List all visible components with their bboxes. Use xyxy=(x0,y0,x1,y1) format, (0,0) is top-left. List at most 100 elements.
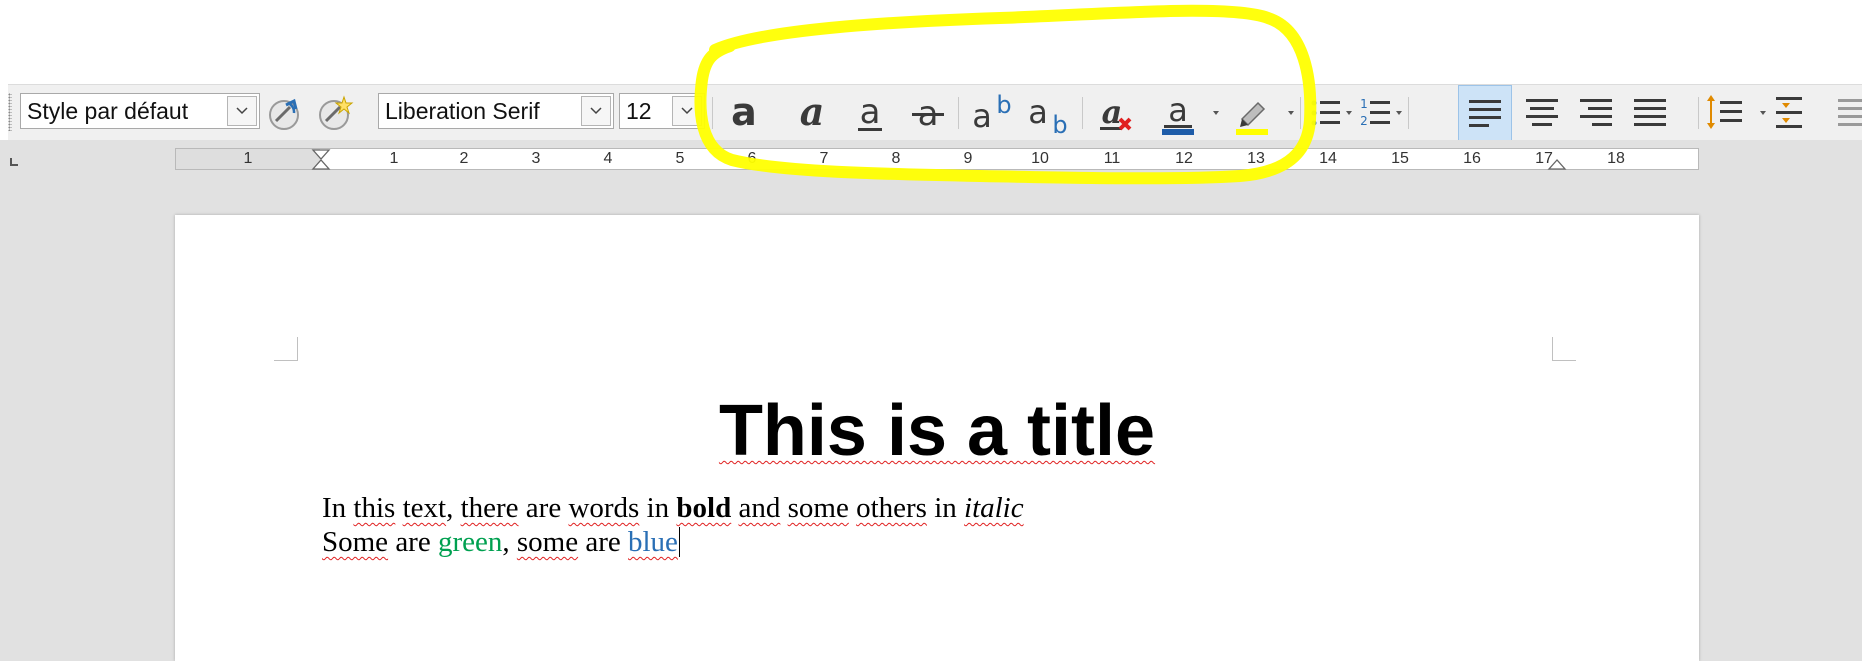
line-spacing-dropdown-icon[interactable] xyxy=(1760,111,1766,115)
clear-formatting-button[interactable]: a xyxy=(1094,91,1138,135)
paragraph-line-1[interactable]: In this text, there are words in bold an… xyxy=(322,491,1024,525)
punctuation[interactable]: , xyxy=(502,526,509,558)
paragraph-spacing-button[interactable] xyxy=(1770,91,1814,135)
right-indent-marker-icon[interactable] xyxy=(1547,149,1567,171)
numbered-list-icon: 1 2 xyxy=(1360,97,1390,128)
subscript-button[interactable]: a b xyxy=(1022,91,1067,135)
ruler-number: 6 xyxy=(747,150,757,167)
svg-text:a: a xyxy=(1168,91,1188,129)
punctuation[interactable]: , xyxy=(446,492,453,524)
word[interactable]: are xyxy=(395,526,430,558)
highlighting-dropdown-icon[interactable] xyxy=(1288,111,1294,115)
toolbar-separator xyxy=(1698,97,1699,129)
superscript-button[interactable]: a b xyxy=(966,91,1011,135)
word[interactable]: in xyxy=(647,492,670,524)
numbering-dropdown-icon[interactable] xyxy=(1396,111,1402,115)
word[interactable]: In xyxy=(322,492,346,524)
word[interactable]: text xyxy=(403,492,447,524)
svg-text:2: 2 xyxy=(1360,114,1368,128)
toolbar-separator xyxy=(958,97,959,129)
margin-corner-mark xyxy=(274,337,298,361)
green-word[interactable]: green xyxy=(438,526,502,558)
align-center-icon xyxy=(1526,99,1558,126)
word[interactable]: words xyxy=(568,492,639,524)
word[interactable]: are xyxy=(526,492,561,524)
italic-word[interactable]: italic xyxy=(964,492,1024,524)
toolbar-grip[interactable] xyxy=(8,93,12,131)
more-toolbar-button[interactable] xyxy=(1828,91,1862,135)
word[interactable]: are xyxy=(585,526,620,558)
svg-text:b: b xyxy=(996,91,1011,119)
bulleted-list-icon xyxy=(1311,100,1340,126)
svg-text:a: a xyxy=(860,92,881,132)
formatting-toolbar: Style par défaut Liberation Serif 12 a a… xyxy=(8,84,1862,141)
line-spacing-icon xyxy=(1707,95,1742,129)
font-color-dropdown-icon[interactable] xyxy=(1213,111,1219,115)
paragraph-line-2[interactable]: Some are green, some are blue xyxy=(322,525,680,559)
paragraph-style-box[interactable]: Style par défaut xyxy=(20,93,260,129)
word[interactable]: in xyxy=(934,492,957,524)
word[interactable]: and xyxy=(738,492,780,524)
paragraph-style-value[interactable]: Style par défaut xyxy=(27,94,188,128)
strikethrough-button[interactable]: a xyxy=(906,91,950,135)
word[interactable]: some xyxy=(517,526,578,558)
text-cursor xyxy=(678,527,680,557)
font-name-dropdown-button[interactable] xyxy=(581,96,611,126)
chevron-down-icon xyxy=(681,107,693,115)
ruler-number: 4 xyxy=(603,150,613,167)
ruler-number: 8 xyxy=(891,150,901,167)
align-center-button[interactable] xyxy=(1520,91,1564,135)
ruler-number: 2 xyxy=(459,150,469,167)
svg-text:a: a xyxy=(972,97,992,135)
svg-text:b: b xyxy=(1052,111,1067,135)
clear-formatting-icon: a xyxy=(1100,93,1132,131)
blue-word[interactable]: blue xyxy=(628,526,678,558)
word[interactable]: others xyxy=(856,492,927,524)
new-style-button[interactable] xyxy=(314,91,358,135)
align-left-button[interactable] xyxy=(1458,85,1512,141)
italic-button[interactable]: a xyxy=(790,91,834,135)
update-style-icon xyxy=(269,98,299,130)
font-color-icon: a xyxy=(1162,91,1194,135)
ruler-number: 14 xyxy=(1319,150,1337,167)
font-size-dropdown-button[interactable] xyxy=(672,96,702,126)
window-top-area xyxy=(0,0,1862,84)
line-spacing-button[interactable] xyxy=(1704,91,1748,135)
bold-word[interactable]: bold xyxy=(676,492,731,524)
align-left-icon xyxy=(1469,100,1501,127)
bold-icon: a xyxy=(731,91,757,134)
strikethrough-icon: a xyxy=(912,94,944,134)
word[interactable]: Some xyxy=(322,526,388,558)
highlighting-button[interactable] xyxy=(1230,91,1274,135)
italic-icon: a xyxy=(800,91,825,134)
paragraph-style-dropdown-button[interactable] xyxy=(227,96,257,126)
svg-text:a: a xyxy=(731,91,757,134)
svg-text:a: a xyxy=(800,91,825,134)
font-size-box[interactable]: 12 xyxy=(619,93,705,129)
bullets-dropdown-icon[interactable] xyxy=(1346,111,1352,115)
title-text[interactable]: This is a title xyxy=(719,391,1155,471)
ruler-number: 9 xyxy=(963,150,973,167)
font-color-button[interactable]: a xyxy=(1156,91,1200,135)
indent-marker-icon[interactable] xyxy=(311,149,331,171)
paragraph-spacing-icon xyxy=(1776,97,1802,128)
underline-button[interactable]: a xyxy=(848,91,892,135)
word[interactable]: there xyxy=(461,492,519,524)
font-size-value[interactable]: 12 xyxy=(626,94,652,128)
ruler-number: 13 xyxy=(1247,150,1265,167)
toolbar-separator xyxy=(712,97,713,129)
word[interactable]: some xyxy=(788,492,849,524)
chevron-down-icon xyxy=(590,107,602,115)
document-title[interactable]: This is a title xyxy=(175,391,1699,471)
horizontal-ruler[interactable]: 1 1 2 3 4 5 6 7 8 9 10 11 12 13 14 15 16… xyxy=(175,148,1699,170)
align-right-button[interactable] xyxy=(1574,91,1618,135)
document-page[interactable]: This is a title In this text, there are … xyxy=(175,215,1699,661)
tab-stop-selector[interactable] xyxy=(10,158,18,166)
subscript-icon: a b xyxy=(1028,93,1067,135)
bold-button[interactable]: a xyxy=(722,91,766,135)
font-name-box[interactable]: Liberation Serif xyxy=(378,93,614,129)
word[interactable]: this xyxy=(353,492,395,524)
update-style-button[interactable] xyxy=(264,91,308,135)
font-name-value[interactable]: Liberation Serif xyxy=(385,94,540,128)
justified-button[interactable] xyxy=(1628,91,1672,135)
